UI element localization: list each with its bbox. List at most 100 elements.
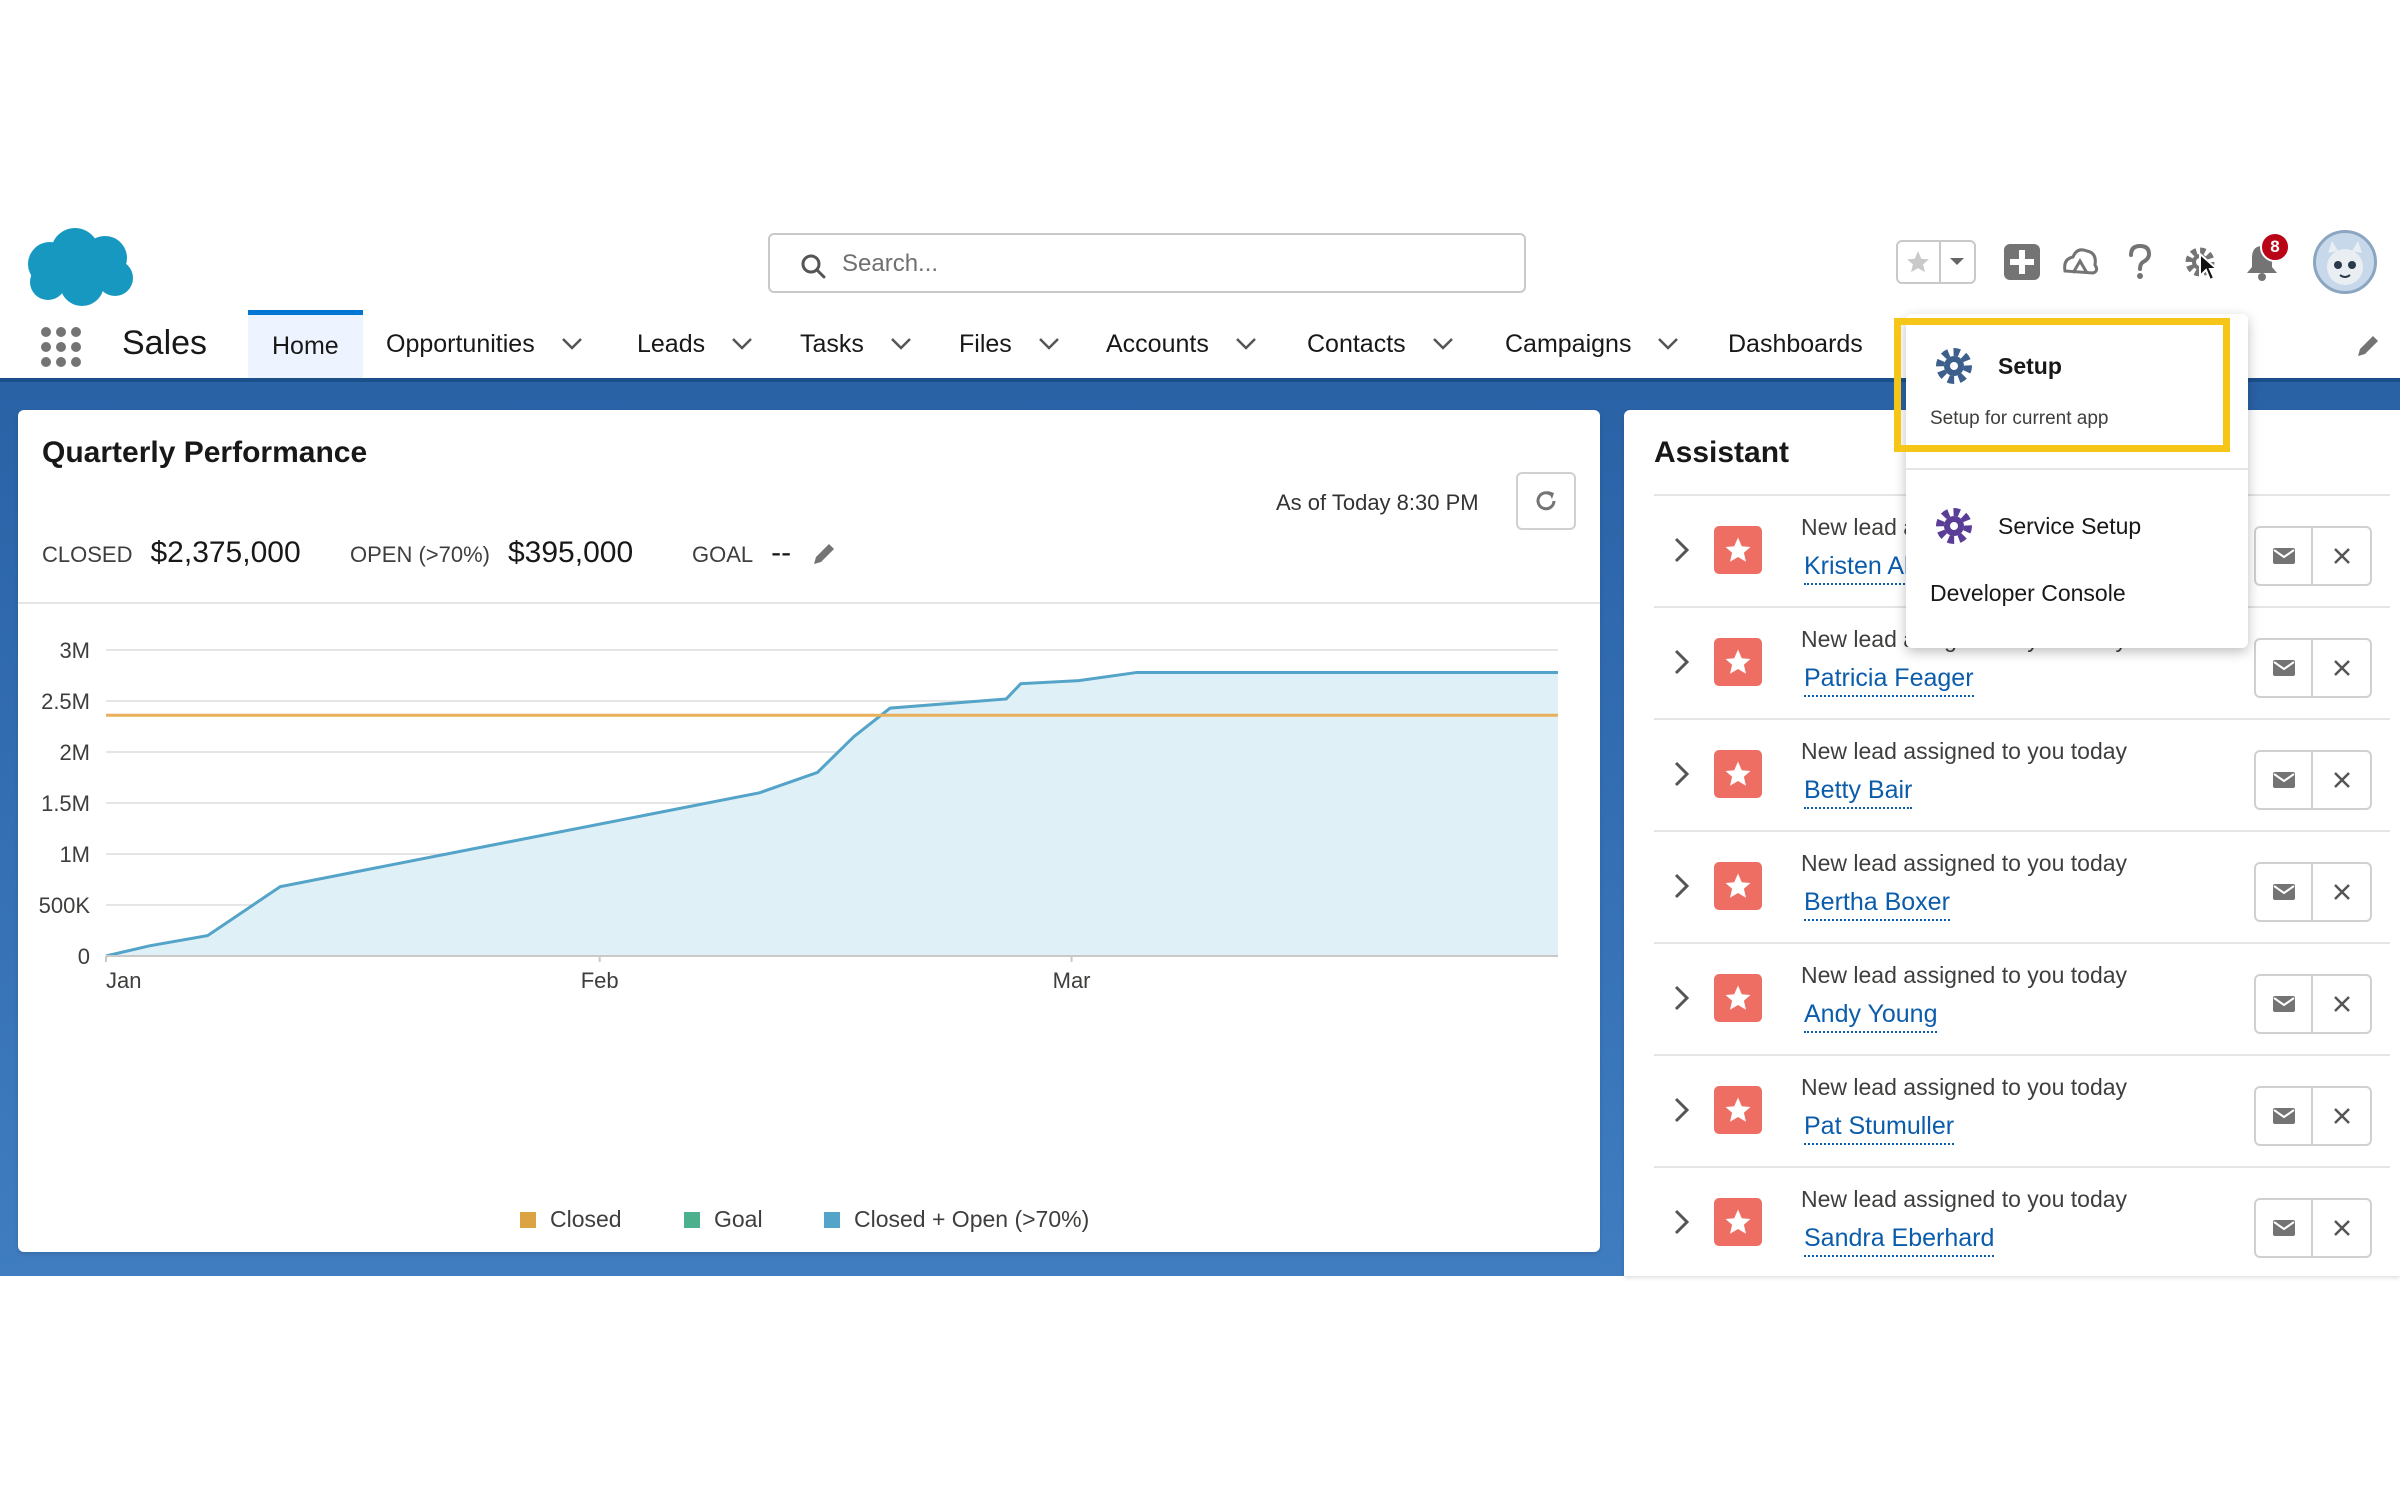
chevron-right-icon[interactable] xyxy=(1672,984,1692,1012)
email-button[interactable] xyxy=(2256,1200,2314,1256)
menu-item-developer-console[interactable]: Developer Console xyxy=(1930,580,2126,607)
chevron-down-icon[interactable] xyxy=(890,337,912,351)
email-button[interactable] xyxy=(2256,864,2314,920)
chevron-right-icon[interactable] xyxy=(1672,536,1692,564)
legend-label: Goal xyxy=(714,1206,763,1232)
trailhead-button[interactable] xyxy=(2058,240,2102,284)
favorites-dropdown-button[interactable] xyxy=(1941,242,1974,282)
assistant-message: New lead assigned to you today xyxy=(1801,850,2128,876)
lead-name-link[interactable]: Betty Bair xyxy=(1804,776,1913,809)
email-button[interactable] xyxy=(2256,528,2314,584)
tab-opportunities[interactable]: Opportunities xyxy=(386,310,583,378)
tab-files[interactable]: Files xyxy=(959,310,1060,378)
lead-icon xyxy=(1714,638,1762,686)
chevron-down-icon[interactable] xyxy=(731,337,753,351)
chevron-right-icon[interactable] xyxy=(1672,872,1692,900)
assistant-item: New lead assigned to you today Betty Bair xyxy=(1654,718,2390,830)
salesforce-logo[interactable] xyxy=(20,226,138,308)
tab-label: Leads xyxy=(637,329,706,358)
refresh-button[interactable] xyxy=(1516,472,1576,530)
lead-icon xyxy=(1714,750,1762,798)
lead-name-link[interactable]: Sandra Eberhard xyxy=(1804,1224,1995,1257)
tab-dashboards[interactable]: Dashboards xyxy=(1728,310,1863,378)
lead-name-link[interactable]: Pat Stumuller xyxy=(1804,1112,1955,1145)
kpi-closed-label: CLOSED xyxy=(42,542,133,567)
chevron-right-icon[interactable] xyxy=(1672,1208,1692,1236)
chevron-down-icon[interactable] xyxy=(1038,337,1060,351)
chevron-right-icon[interactable] xyxy=(1672,1096,1692,1124)
star-icon xyxy=(1725,649,1751,674)
tab-campaigns[interactable]: Campaigns xyxy=(1505,310,1679,378)
item-actions xyxy=(2254,750,2372,810)
dismiss-button[interactable] xyxy=(2313,1088,2370,1144)
lead-name-link[interactable]: Andy Young xyxy=(1804,1000,1938,1033)
chevron-right-icon[interactable] xyxy=(1672,760,1692,788)
chevron-down-icon[interactable] xyxy=(1432,337,1454,351)
edit-goal-pencil-icon[interactable] xyxy=(810,540,838,568)
tab-label: Home xyxy=(272,332,339,360)
setup-gear-button[interactable] xyxy=(2178,240,2222,284)
tab-label: Campaigns xyxy=(1505,329,1632,358)
chevron-down-icon[interactable] xyxy=(561,337,583,351)
help-button[interactable] xyxy=(2118,240,2162,284)
assistant-message: New lead assigned to you today xyxy=(1801,1186,2128,1212)
search-input[interactable] xyxy=(842,245,1482,283)
lead-icon xyxy=(1714,974,1762,1022)
menu-item-setup[interactable]: Setup xyxy=(1932,344,2062,388)
dismiss-button[interactable] xyxy=(2313,640,2370,696)
legend-item-closed[interactable]: Closed xyxy=(520,1206,622,1233)
legend-swatch-closed-open xyxy=(824,1211,840,1228)
close-icon xyxy=(2333,660,2350,676)
tab-contacts[interactable]: Contacts xyxy=(1307,310,1454,378)
lead-name-link[interactable]: Bertha Boxer xyxy=(1804,888,1950,921)
favorites-star-button[interactable] xyxy=(1898,242,1941,282)
lead-name-link[interactable]: Patricia Feager xyxy=(1804,664,1974,697)
close-icon xyxy=(2333,772,2350,788)
tab-label: Accounts xyxy=(1106,329,1209,358)
dismiss-button[interactable] xyxy=(2313,864,2370,920)
app-name: Sales xyxy=(122,324,208,362)
app-launcher-icon[interactable] xyxy=(40,326,82,368)
legend-item-closed-open[interactable]: Closed + Open (>70%) xyxy=(824,1206,1089,1233)
dismiss-button[interactable] xyxy=(2313,1200,2370,1256)
user-avatar[interactable] xyxy=(2313,230,2377,294)
x-tick-label: Jan xyxy=(106,968,141,993)
dismiss-button[interactable] xyxy=(2313,752,2370,808)
item-actions xyxy=(2254,638,2372,698)
email-button[interactable] xyxy=(2256,1088,2314,1144)
email-icon xyxy=(2272,1220,2295,1236)
edit-nav-pencil-icon[interactable] xyxy=(2354,332,2382,360)
tab-tasks[interactable]: Tasks xyxy=(800,310,912,378)
y-tick-label: 0 xyxy=(78,944,90,969)
tab-home[interactable]: Home xyxy=(248,310,363,378)
tab-accounts[interactable]: Accounts xyxy=(1106,310,1257,378)
email-button[interactable] xyxy=(2256,976,2314,1032)
assistant-message: New lead assigned to you today xyxy=(1801,738,2128,764)
global-search[interactable] xyxy=(768,233,1526,293)
email-icon xyxy=(2272,660,2295,676)
notification-count-badge: 8 xyxy=(2260,232,2290,262)
menu-item-service-setup[interactable]: Service Setup xyxy=(1932,504,2141,548)
trailhead-cloud-icon xyxy=(2063,248,2099,275)
menu-item-label: Developer Console xyxy=(1930,580,2126,606)
dismiss-button[interactable] xyxy=(2313,528,2370,584)
kpi-closed-value: $2,375,000 xyxy=(150,536,301,569)
email-button[interactable] xyxy=(2256,640,2314,696)
chevron-right-icon[interactable] xyxy=(1672,648,1692,676)
chevron-down-icon[interactable] xyxy=(1657,337,1679,351)
card-divider xyxy=(18,602,1600,604)
y-tick-label: 500K xyxy=(39,893,91,918)
email-button[interactable] xyxy=(2256,752,2314,808)
star-icon xyxy=(1725,1097,1751,1122)
item-actions xyxy=(2254,526,2372,586)
quarterly-performance-card: Quarterly Performance As of Today 8:30 P… xyxy=(18,410,1600,1252)
dismiss-button[interactable] xyxy=(2313,976,2370,1032)
legend-item-goal[interactable]: Goal xyxy=(684,1206,763,1233)
y-tick-label: 2M xyxy=(59,740,90,765)
star-icon xyxy=(1725,761,1751,786)
kpi-goal-label: GOAL xyxy=(692,542,754,567)
global-actions-button[interactable] xyxy=(2000,240,2044,284)
tab-leads[interactable]: Leads xyxy=(637,310,753,378)
add-icon xyxy=(2004,244,2040,280)
chevron-down-icon[interactable] xyxy=(1235,337,1257,351)
